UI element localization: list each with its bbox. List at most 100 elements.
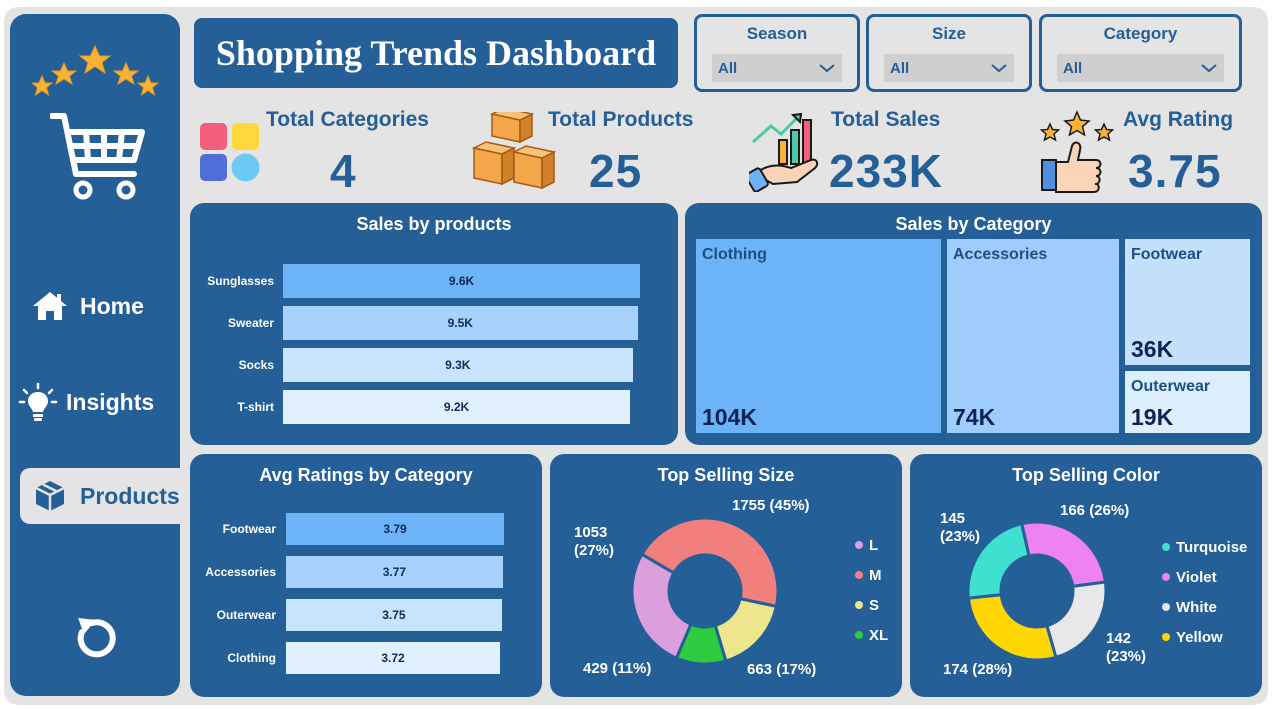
legend-label: M [869, 566, 882, 584]
bar[interactable]: 9.5K [283, 306, 638, 340]
treemap-tile-footwear[interactable]: Footwear 36K [1125, 239, 1250, 365]
bar[interactable]: 9.6K [283, 264, 640, 298]
legend-item[interactable]: Turquoise [1162, 532, 1247, 562]
boxes-icon [471, 112, 556, 190]
legend-label: XL [869, 626, 889, 644]
avg-ratings-panel: Avg Ratings by Category Footwear 3.79 Acce… [190, 454, 542, 697]
nav-insights-label: Insights [66, 388, 155, 415]
bar-label: Accessories [205, 565, 276, 579]
treemap-tile-clothing[interactable]: Clothing 104K [696, 239, 941, 433]
chevron-down-icon [1201, 64, 1217, 73]
legend-item[interactable]: S [855, 590, 888, 620]
sales-by-category-title: Sales by Category [895, 214, 1052, 234]
legend-label: Turquoise [1176, 538, 1248, 556]
rating-stars-icon [32, 44, 160, 97]
top-size-title: Top Selling Size [657, 465, 795, 485]
legend-dot-icon [855, 541, 863, 549]
bar[interactable]: 3.72 [286, 642, 501, 674]
legend-item[interactable]: XL [855, 620, 888, 650]
treemap-tile-accessories[interactable]: Accessories 74K [947, 239, 1119, 433]
bar-label: Clothing [227, 651, 276, 665]
size-dropdown[interactable]: All [884, 54, 1014, 82]
bar[interactable]: 3.75 [286, 599, 502, 631]
category-dropdown[interactable]: All [1057, 54, 1224, 82]
size-label-m: 1755 (45%) [732, 497, 810, 514]
legend-item[interactable]: White [1162, 592, 1247, 622]
kpi-sales-value: 233K [829, 145, 943, 197]
top-color-legend: Turquoise Violet White Yellow [1162, 532, 1247, 652]
bar-label: T-shirt [237, 400, 274, 414]
size-slicer[interactable]: Size All [866, 14, 1032, 92]
kpi-sales-title: Total Sales [831, 108, 941, 131]
treemap-footwear-label: Footwear [1131, 246, 1203, 263]
nav-products[interactable]: Products [20, 468, 180, 524]
legend-dot-icon [855, 601, 863, 609]
bar-label: Outerwear [216, 608, 276, 622]
donut-slice-violet[interactable] [1019, 520, 1108, 589]
reset-icon[interactable] [70, 612, 122, 664]
thumbs-up-stars-icon [1039, 110, 1115, 193]
bar[interactable]: 3.77 [286, 556, 503, 588]
legend-label: Yellow [1176, 628, 1223, 646]
bar[interactable]: 9.2K [283, 390, 630, 424]
color-label-yellow: 174 (28%) [943, 661, 1013, 678]
treemap-clothing-value: 104K [702, 404, 757, 430]
sales-by-products-title: Sales by products [356, 214, 512, 234]
top-size-panel: Top Selling Size 1053 (27%) 1755 (45%) 66… [550, 454, 902, 697]
legend-label: S [869, 596, 880, 614]
size-label-s: 663 (17%) [747, 661, 817, 678]
sales-by-products-panel: Sales by products Sunglasses 9.6K Sweater 9… [190, 203, 678, 445]
nav-home-label: Home [80, 292, 144, 319]
size-label-xl: 429 (11%) [583, 660, 652, 677]
categories-icon [200, 123, 260, 182]
kpi-categories-value: 4 [330, 145, 357, 197]
bar-label: Footwear [222, 522, 276, 536]
category-slicer[interactable]: Category All [1039, 14, 1242, 92]
kpi-rating-title: Avg Rating [1123, 108, 1234, 131]
home-icon [28, 290, 72, 322]
legend-item[interactable]: L [855, 530, 888, 560]
size-value: All [890, 59, 910, 77]
nav-products-label: Products [80, 482, 180, 509]
shopping-cart-icon [50, 113, 145, 200]
bar[interactable]: 3.79 [286, 513, 504, 545]
donut-slice-white[interactable] [1045, 580, 1108, 660]
legend-label: L [869, 536, 879, 554]
treemap-tile-outerwear[interactable]: Outerwear 19K [1125, 371, 1250, 433]
bar[interactable]: 9.3K [283, 348, 633, 382]
season-value: All [718, 59, 738, 77]
legend-dot-icon [1162, 543, 1170, 551]
season-dropdown[interactable]: All [712, 54, 842, 82]
bar-label: Sweater [227, 316, 274, 330]
legend-dot-icon [1162, 633, 1170, 641]
top-color-donut [966, 520, 1108, 662]
donut-slice-yellow[interactable] [966, 593, 1058, 662]
lightbulb-icon [16, 382, 60, 422]
treemap-accessories-label: Accessories [953, 246, 1048, 263]
nav-home[interactable]: Home [10, 278, 180, 334]
bar-label: Socks [238, 358, 274, 372]
treemap-accessories-value: 74K [953, 404, 996, 430]
kpi-rating-value: 3.75 [1128, 145, 1222, 197]
top-size-legend: L M S XL [855, 530, 888, 650]
top-color-title: Top Selling Color [1012, 465, 1160, 485]
legend-item[interactable]: M [855, 560, 888, 590]
treemap-footwear-value: 36K [1131, 336, 1174, 362]
box-icon [28, 479, 72, 513]
treemap-outerwear-label: Outerwear [1131, 378, 1211, 395]
legend-item[interactable]: Yellow [1162, 622, 1247, 652]
chevron-down-icon [991, 64, 1007, 73]
legend-item[interactable]: Violet [1162, 562, 1247, 592]
color-label-turquoise: 145 (23%) [940, 510, 981, 545]
legend-dot-icon [855, 571, 863, 579]
legend-dot-icon [1162, 573, 1170, 581]
size-label-l: 1053 (27%) [574, 524, 615, 559]
bar-label: Sunglasses [207, 274, 274, 288]
color-label-white: 142 (23%) [1106, 630, 1147, 665]
season-slicer[interactable]: Season All [694, 14, 860, 92]
nav-insights[interactable]: Insights [10, 374, 180, 430]
top-size-donut [630, 516, 780, 666]
legend-dot-icon [855, 631, 863, 639]
kpi-categories-title: Total Categories [266, 108, 429, 131]
legend-label: White [1176, 598, 1217, 616]
